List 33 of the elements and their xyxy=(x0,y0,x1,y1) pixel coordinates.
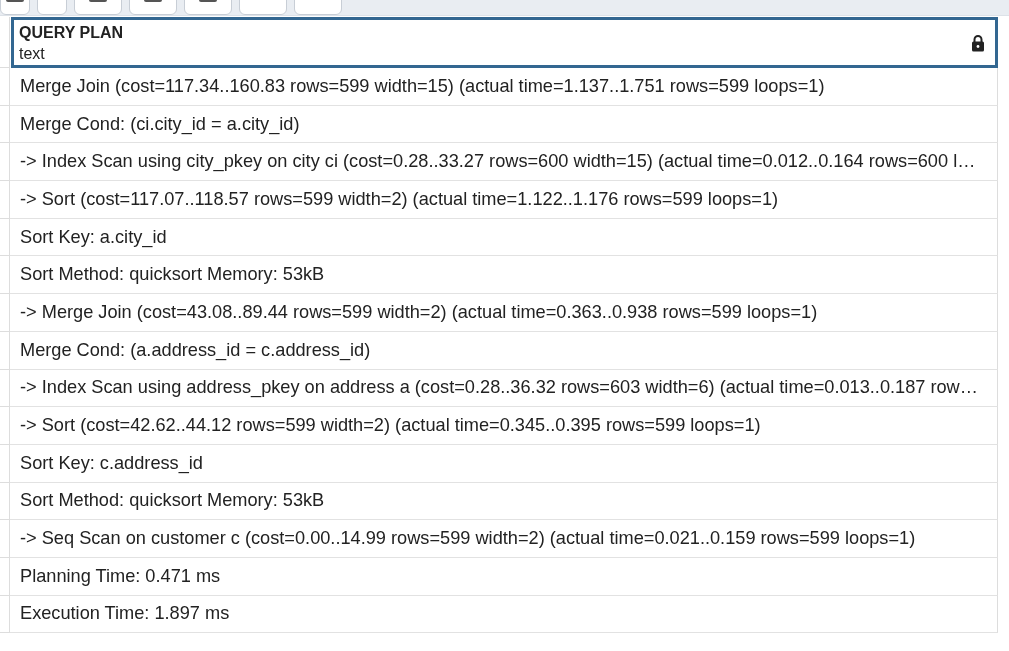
row-gutter-cell xyxy=(0,482,10,521)
table-cell: Sort Method: quicksort Memory: 53kB xyxy=(10,482,998,521)
row-gutter-cell xyxy=(0,143,10,182)
table-cell: Execution Time: 1.897 ms xyxy=(10,595,998,634)
table-cell: -> Merge Join (cost=43.08..89.44 rows=599 width=2) (actual time=0.363..0.938 rows=599 loops=1) xyxy=(10,294,998,332)
row-gutter-cell xyxy=(0,444,10,483)
row-gutter-cell xyxy=(0,557,10,596)
table-cell: Merge Cond: (ci.city_id = a.city_id) xyxy=(10,105,998,144)
row-gutter-cell xyxy=(0,218,10,257)
column-name: QUERY PLAN xyxy=(19,22,123,43)
table-cell: Merge Cond: (a.address_id = c.address_id) xyxy=(10,331,998,370)
row-gutter-cell xyxy=(0,181,10,219)
table-cell: Planning Time: 0.471 ms xyxy=(10,557,998,596)
table-cell: -> Index Scan using address_pkey on address a (cost=0.28..36.32 rows=603 width=6) (actual time=0.013..0.187 row… xyxy=(10,369,998,408)
row-gutter-cell xyxy=(0,331,10,370)
table-cell: -> Seq Scan on customer c (cost=0.00..14.99 rows=599 width=2) (actual time=0.021..0.159 rows=599 loops=1) xyxy=(10,520,998,558)
row-gutter-cell xyxy=(0,369,10,408)
table-cell: Sort Key: a.city_id xyxy=(10,218,998,257)
row-gutter-cell xyxy=(0,595,10,634)
row-gutter-cell xyxy=(0,407,10,445)
row-gutter-cell xyxy=(0,294,10,332)
row-gutter-cell xyxy=(0,256,10,295)
table-cell: Sort Method: quicksort Memory: 53kB xyxy=(10,256,998,295)
table-cell: Merge Join (cost=117.34..160.83 rows=599 width=15) (actual time=1.137..1.751 rows=599 loops=1) xyxy=(10,68,998,106)
column-type: text xyxy=(19,43,46,64)
table-cell: Sort Key: c.address_id xyxy=(10,444,998,483)
table-cell: -> Sort (cost=117.07..118.57 rows=599 width=2) (actual time=1.122..1.176 rows=599 loops=1) xyxy=(10,181,998,219)
table-cell: -> Sort (cost=42.62..44.12 rows=599 width=2) (actual time=0.345..0.395 rows=599 loops=1) xyxy=(10,407,998,445)
column-header[interactable]: QUERY PLAN text xyxy=(11,17,998,68)
row-gutter-cell xyxy=(0,105,10,144)
row-gutter-cell xyxy=(0,520,10,558)
table-cell: -> Index Scan using city_pkey on city ci (cost=0.28..33.27 rows=600 width=15) (actual time=0.012..0.164 rows=600 l… xyxy=(10,143,998,182)
row-gutter-cell xyxy=(0,68,10,106)
